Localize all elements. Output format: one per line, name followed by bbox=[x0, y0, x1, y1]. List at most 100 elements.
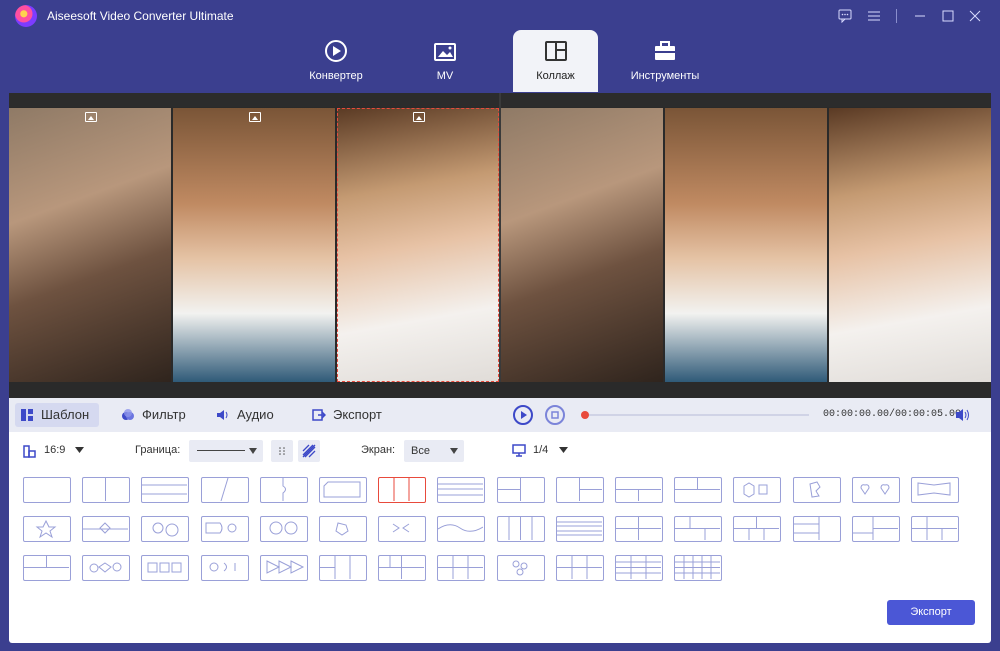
layout-template-42[interactable] bbox=[556, 555, 604, 581]
app-logo bbox=[15, 5, 37, 27]
collage-preview bbox=[501, 93, 991, 398]
layout-template-33[interactable] bbox=[23, 555, 71, 581]
tab-converter[interactable]: Конвертер bbox=[295, 30, 377, 92]
layout-template-26[interactable] bbox=[556, 516, 604, 542]
layout-template-24[interactable] bbox=[437, 516, 485, 542]
progress-track[interactable] bbox=[584, 414, 809, 416]
monitor-icon bbox=[512, 444, 526, 457]
layout-template-36[interactable] bbox=[201, 555, 249, 581]
edit-toolbar: Шаблон Фильтр Аудио Экспорт 00:00:00.00/… bbox=[9, 398, 991, 432]
preview-cell-2 bbox=[665, 108, 827, 382]
page-indicator: 1/4 bbox=[533, 444, 549, 456]
tab-label: MV bbox=[436, 70, 454, 82]
layout-template-30[interactable] bbox=[793, 516, 841, 542]
screen-dropdown[interactable]: Все bbox=[404, 440, 464, 462]
tab-label: Инструменты bbox=[630, 70, 700, 82]
layout-template-8[interactable] bbox=[437, 477, 485, 503]
feedback-icon[interactable] bbox=[834, 6, 856, 26]
close-icon[interactable] bbox=[964, 6, 986, 26]
menu-icon[interactable] bbox=[863, 6, 885, 26]
layout-template-1[interactable] bbox=[23, 477, 71, 503]
play-button[interactable] bbox=[513, 405, 533, 425]
aspect-ratio-value[interactable]: 16:9 bbox=[44, 444, 65, 456]
layout-template-41[interactable] bbox=[497, 555, 545, 581]
image-icon[interactable] bbox=[85, 112, 97, 122]
tab-label: Аудио bbox=[237, 407, 274, 422]
layout-template-7[interactable] bbox=[378, 477, 426, 503]
layout-template-34[interactable] bbox=[82, 555, 130, 581]
layout-template-25[interactable] bbox=[497, 516, 545, 542]
layout-template-16[interactable] bbox=[911, 477, 959, 503]
tab-tools[interactable]: Инструменты bbox=[625, 30, 705, 92]
preview-cell-3 bbox=[829, 108, 991, 382]
preview-cell-1 bbox=[501, 108, 663, 382]
layout-template-32[interactable] bbox=[911, 516, 959, 542]
screen-label: Экран: bbox=[361, 444, 396, 456]
layout-template-14[interactable] bbox=[793, 477, 841, 503]
collage-icon bbox=[544, 41, 567, 61]
export-icon bbox=[312, 409, 326, 421]
layout-template-18[interactable] bbox=[82, 516, 130, 542]
border-hatch-button[interactable] bbox=[298, 440, 320, 462]
layout-template-31[interactable] bbox=[852, 516, 900, 542]
collage-cell-3[interactable] bbox=[337, 108, 499, 382]
collage-cell-2[interactable] bbox=[173, 108, 335, 382]
layout-template-39[interactable] bbox=[378, 555, 426, 581]
layout-template-6[interactable] bbox=[319, 477, 367, 503]
layout-template-29[interactable] bbox=[733, 516, 781, 542]
progress-knob[interactable] bbox=[581, 411, 589, 419]
layout-template-19[interactable] bbox=[141, 516, 189, 542]
stop-button[interactable] bbox=[545, 405, 565, 425]
layout-template-11[interactable] bbox=[615, 477, 663, 503]
border-dots-button[interactable] bbox=[271, 440, 293, 462]
layout-template-23[interactable] bbox=[378, 516, 426, 542]
layout-template-21[interactable] bbox=[260, 516, 308, 542]
tab-collage[interactable]: Коллаж bbox=[513, 30, 598, 92]
layout-template-2[interactable] bbox=[82, 477, 130, 503]
border-style-dropdown[interactable] bbox=[189, 440, 263, 462]
tab-audio[interactable]: Аудио bbox=[211, 403, 274, 427]
main-panel: Шаблон Фильтр Аудио Экспорт 00:00:00.00/… bbox=[9, 93, 991, 643]
export-button[interactable]: Экспорт bbox=[887, 600, 975, 625]
layout-template-44[interactable] bbox=[674, 555, 722, 581]
layout-template-38[interactable] bbox=[319, 555, 367, 581]
layout-template-20[interactable] bbox=[201, 516, 249, 542]
layout-template-10[interactable] bbox=[556, 477, 604, 503]
layout-template-12[interactable] bbox=[674, 477, 722, 503]
tab-template[interactable]: Шаблон bbox=[15, 403, 100, 427]
preview-top-strip bbox=[9, 93, 499, 107]
divider bbox=[896, 9, 897, 23]
collage-cell-1[interactable] bbox=[9, 108, 171, 382]
layout-template-17[interactable] bbox=[23, 516, 71, 542]
chevron-down-icon[interactable] bbox=[559, 447, 568, 454]
tab-mv[interactable]: MV bbox=[420, 30, 470, 92]
playback-bar: 00:00:00.00/00:00:05.00 bbox=[499, 398, 991, 432]
template-icon bbox=[21, 409, 33, 421]
image-icon[interactable] bbox=[413, 112, 425, 122]
layout-template-22[interactable] bbox=[319, 516, 367, 542]
tab-label: Экспорт bbox=[333, 407, 382, 422]
timecode: 00:00:00.00/00:00:05.00 bbox=[823, 409, 962, 420]
layout-template-9[interactable] bbox=[497, 477, 545, 503]
layout-template-13[interactable] bbox=[733, 477, 781, 503]
layout-template-28[interactable] bbox=[674, 516, 722, 542]
layout-template-35[interactable] bbox=[141, 555, 189, 581]
layout-template-3[interactable] bbox=[141, 477, 189, 503]
volume-icon[interactable] bbox=[955, 408, 971, 422]
image-icon[interactable] bbox=[249, 112, 261, 122]
tab-filter[interactable]: Фильтр bbox=[116, 403, 186, 427]
layout-template-4[interactable] bbox=[201, 477, 249, 503]
tab-label: Конвертер bbox=[309, 70, 363, 82]
tab-export[interactable]: Экспорт bbox=[307, 403, 382, 427]
layout-template-37[interactable] bbox=[260, 555, 308, 581]
layout-template-5[interactable] bbox=[260, 477, 308, 503]
layout-template-43[interactable] bbox=[615, 555, 663, 581]
minimize-icon[interactable] bbox=[909, 6, 931, 26]
chevron-down-icon[interactable] bbox=[75, 447, 84, 454]
layout-template-40[interactable] bbox=[437, 555, 485, 581]
layout-template-15[interactable] bbox=[852, 477, 900, 503]
layout-template-27[interactable] bbox=[615, 516, 663, 542]
template-options: 16:9 Граница: Экран: Все 1/4 bbox=[9, 432, 991, 472]
maximize-icon[interactable] bbox=[937, 6, 959, 26]
border-label: Граница: bbox=[135, 444, 181, 456]
